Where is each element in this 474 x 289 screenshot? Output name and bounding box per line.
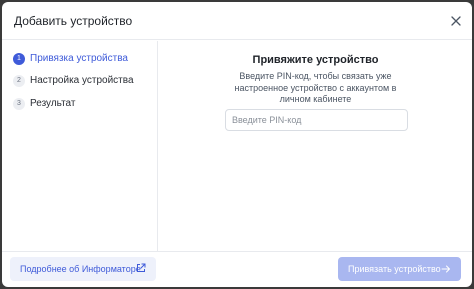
external-link-icon <box>136 263 146 273</box>
bind-device-label: Привязать устройство <box>348 264 441 274</box>
step-number: 3 <box>13 98 25 110</box>
about-informator-link[interactable]: Подробнее об Информаторе <box>10 257 156 281</box>
arrow-right-icon <box>441 264 451 274</box>
add-device-dialog: Добавить устройство 1 Привязка устройств… <box>2 2 472 287</box>
close-icon[interactable] <box>448 13 464 29</box>
step-label: Привязка устройства <box>30 53 128 64</box>
about-informator-label: Подробнее об Информаторе <box>20 264 141 274</box>
step-label: Настройка устройства <box>30 75 134 86</box>
panel-heading: Привяжите устройство <box>252 54 379 66</box>
steps-sidebar: 1 Привязка устройства 2 Настройка устрой… <box>2 41 158 251</box>
bind-device-button[interactable]: Привязать устройство <box>338 257 461 281</box>
dialog-header: Добавить устройство <box>2 2 472 40</box>
dialog-title: Добавить устройство <box>14 14 133 28</box>
step-number: 2 <box>13 75 25 87</box>
step-number: 1 <box>13 53 25 65</box>
step-label: Результат <box>30 98 76 109</box>
step-configure-device[interactable]: 2 Настройка устройства <box>13 73 153 89</box>
bind-device-panel: Привяжите устройство Введите PIN-код, чт… <box>159 41 472 251</box>
panel-description: Введите PIN-код, чтобы связать уже настр… <box>234 71 397 104</box>
dialog-footer: Подробнее об Информаторе Привязать устро… <box>2 251 472 287</box>
pin-code-input[interactable] <box>225 109 408 131</box>
step-result[interactable]: 3 Результат <box>13 96 153 112</box>
step-bind-device[interactable]: 1 Привязка устройства <box>13 51 153 67</box>
